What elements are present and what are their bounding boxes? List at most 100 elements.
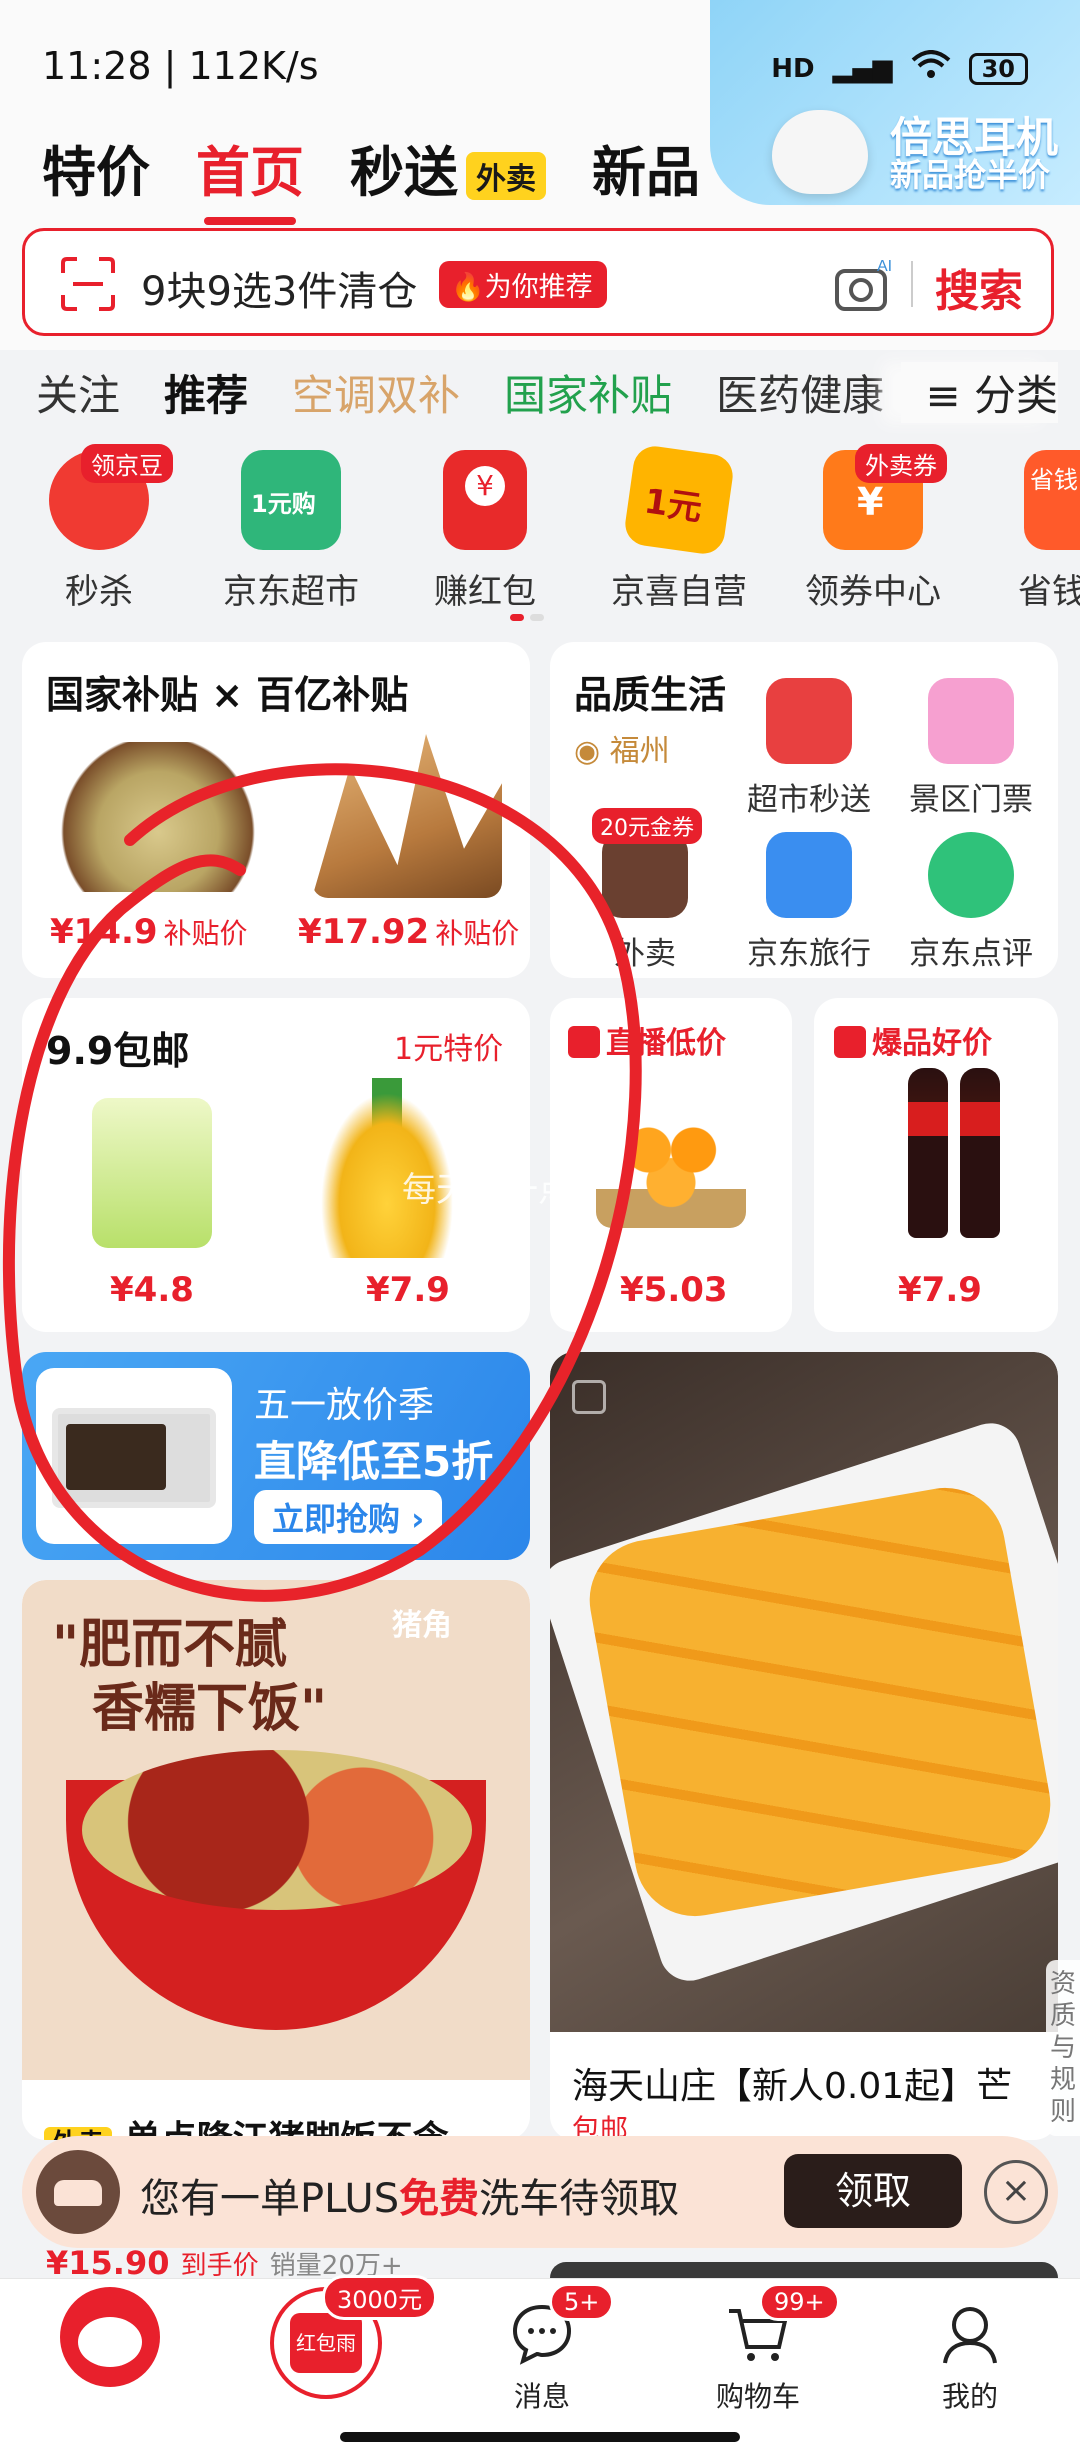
wifi-icon xyxy=(911,50,951,87)
qualification-rules-tab[interactable]: 资质与规则 xyxy=(1046,1960,1080,2136)
promo-product-image xyxy=(36,1368,232,1544)
live-price: ¥5.03 xyxy=(620,1270,728,1310)
menu-icon: ≡ xyxy=(925,371,974,420)
quick-jingxi[interactable]: 1元 京喜自营 xyxy=(594,443,764,613)
hot-deals-card[interactable]: 爆品好价 ¥7.9 xyxy=(814,998,1058,1332)
feed-item-dried-mango[interactable]: 海天山庄【新人0.01起】芒 包邮 xyxy=(550,1352,1058,2140)
quick-coupon-center[interactable]: 外卖券 ¥ 领券中心 xyxy=(788,444,958,613)
cat-ac-subsidy[interactable]: 空调双补 xyxy=(292,362,460,423)
nav-messages[interactable]: 5+ 消息 xyxy=(462,2283,622,2415)
subsidy-card[interactable]: 国家补贴 × 百亿补贴 ¥14.9 补贴价 ¥17.92 补贴价 xyxy=(22,642,530,978)
service-label: 超市秒送 xyxy=(747,782,871,818)
cat-recommend[interactable]: 推荐 xyxy=(164,362,248,423)
cart-icon: 99+ xyxy=(725,2283,840,2367)
main-tabs: 特价 首页 秒送 外卖 新品 xyxy=(42,128,700,225)
service-jd-review[interactable]: 京东点评 xyxy=(886,832,1056,973)
yuan-icon: ¥ xyxy=(465,466,505,506)
location-city: 福州 xyxy=(609,734,670,769)
cat-medicine-health[interactable]: 医药健康 xyxy=(716,362,884,423)
brand-label: 猪角 xyxy=(392,1608,452,1643)
quick-label: 领券中心 xyxy=(805,572,941,612)
nav-label: 购物车 xyxy=(715,2380,800,2413)
tab-new-products[interactable]: 新品 xyxy=(592,128,700,207)
header-ad-banner[interactable]: 倍思耳机 新品抢半价 xyxy=(710,0,1080,205)
jd-mascot-icon xyxy=(60,2287,160,2387)
quality-life-card[interactable]: 品质生活 ◉ 福州 超市秒送 景区门票 20元金券 外卖 京东旅行 京东点评 xyxy=(550,642,1058,978)
quick-seckill[interactable]: 领京豆 秒杀 xyxy=(14,444,184,613)
nav-cart[interactable]: 99+ 购物车 xyxy=(678,2283,840,2415)
nav-profile[interactable]: 我的 xyxy=(890,2301,1050,2415)
tab-home[interactable]: 首页 xyxy=(196,128,304,225)
camera-icon[interactable]: AI xyxy=(833,257,895,315)
plus-text-pre: 您有一单PLUS xyxy=(140,2176,400,2222)
close-icon[interactable]: × xyxy=(984,2160,1048,2224)
mascot-face xyxy=(78,2317,142,2367)
tissue-product-image xyxy=(92,1098,212,1248)
service-scenic-tickets[interactable]: 景区门票 xyxy=(886,678,1056,819)
status-icons: HD ▂▄▆ 30 xyxy=(771,50,1028,87)
takeout-icon: 20元金券 xyxy=(592,808,702,918)
video-icon xyxy=(572,1380,606,1414)
recommend-tag: 🔥为你推荐 xyxy=(439,261,607,308)
feed-right-title: 海天山庄【新人0.01起】芒 xyxy=(572,2066,1013,2107)
cat-national-subsidy[interactable]: 国家补贴 xyxy=(504,362,672,423)
cart-count-badge: 99+ xyxy=(759,2283,840,2321)
price-tag: 补贴价 xyxy=(435,917,520,950)
quick-red-packet[interactable]: ¥ 赚红包 xyxy=(400,450,570,613)
earbuds-image xyxy=(772,110,868,194)
hot-tag: 爆品好价 xyxy=(834,1018,992,1062)
cat-follow[interactable]: 关注 xyxy=(36,362,120,423)
may-day-promo-banner[interactable]: 五一放价季 直降低至5折 立即抢购 › xyxy=(22,1352,530,1560)
feed-item-pork-rice[interactable]: 猪角 "肥而不腻 香糯下饭" 外卖 单点隆江猪脚饭不含 xyxy=(22,1580,530,2140)
nav-red-packet-rain[interactable]: 红包雨 3000元 xyxy=(246,2275,438,2399)
quick-badge: 领京豆 xyxy=(81,444,173,483)
header-ad-subtitle: 新品抢半价 xyxy=(890,156,1051,194)
service-takeout[interactable]: 20元金券 外卖 xyxy=(560,808,730,973)
fruit-product-image xyxy=(58,742,258,892)
buy-now-button[interactable]: 立即抢购 › xyxy=(254,1490,443,1544)
cat-all-categories[interactable]: ≡ 分类 xyxy=(901,362,1058,423)
quick-badge: 1元 xyxy=(641,481,705,530)
search-bar[interactable]: 9块9选3件清仓 🔥为你推荐 AI 搜索 xyxy=(22,228,1054,336)
quick-badge: 省钱 xyxy=(1030,466,1078,494)
tab-instant-delivery[interactable]: 秒送 外卖 xyxy=(350,128,546,207)
signal-icon: ▂▄▆ xyxy=(832,53,893,84)
tab-special-price[interactable]: 特价 xyxy=(42,128,150,207)
takeout-badge: 外卖 xyxy=(466,152,546,201)
recommend-tag-label: 为你推荐 xyxy=(484,272,593,303)
quality-life-title: 品质生活 xyxy=(574,673,727,717)
service-supermarket-delivery[interactable]: 超市秒送 xyxy=(724,678,894,819)
quick-icon-row: 领京豆 秒杀 1元购 京东超市 ¥ 赚红包 1元 京喜自营 外卖券 ¥ 领券中心… xyxy=(0,443,1080,620)
quick-save-money[interactable]: 省钱 省钱 xyxy=(982,450,1080,613)
subsidy-price-2: ¥17.92 补贴价 xyxy=(298,912,519,952)
scan-icon[interactable] xyxy=(59,255,117,313)
price-value: ¥15.90 xyxy=(46,2244,170,2282)
yuan-icon: ¥ xyxy=(857,480,884,524)
promo-line-2: 直降低至5折 xyxy=(254,1437,494,1486)
plus-car-wash-bar[interactable]: 您有一单PLUS免费洗车待领取 领取 × xyxy=(22,2136,1058,2248)
top-header: 倍思耳机 新品抢半价 11:28 | 112K/s HD ▂▄▆ 30 特价 首… xyxy=(0,0,1080,423)
claim-button[interactable]: 领取 xyxy=(784,2154,962,2228)
service-jd-travel[interactable]: 京东旅行 xyxy=(724,832,894,973)
nav-home[interactable] xyxy=(30,2287,190,2387)
tab-instant-delivery-label: 秒送 xyxy=(350,141,458,204)
subsidy-card-title: 国家补贴 × 百亿补贴 xyxy=(46,673,409,717)
service-label: 京东点评 xyxy=(909,936,1033,972)
battery-icon: 30 xyxy=(968,52,1028,85)
slogan-line-2: 香糯下饭" xyxy=(92,1679,328,1739)
cat-all-label: 分类 xyxy=(973,371,1058,420)
search-input[interactable]: 9块9选3件清仓 xyxy=(141,259,417,317)
review-mascot-icon xyxy=(928,832,1014,918)
location[interactable]: ◉ 福州 xyxy=(574,726,670,770)
microwave-image xyxy=(52,1408,216,1508)
car-icon xyxy=(36,2150,120,2234)
promo-line-1: 五一放价季 xyxy=(254,1385,435,1426)
jingxi-icon: 1元 xyxy=(622,443,736,557)
live-low-price-card[interactable]: 直播低价 ¥5.03 xyxy=(550,998,792,1332)
service-label: 京东旅行 xyxy=(747,936,871,972)
quick-supermarket[interactable]: 1元购 京东超市 xyxy=(206,450,376,613)
location-pin-icon: ◉ xyxy=(574,734,601,769)
supermarket-icon: 1元购 xyxy=(241,450,341,550)
subsidy-price-1: ¥14.9 补贴价 xyxy=(50,912,248,952)
search-button[interactable]: 搜索 xyxy=(935,255,1023,319)
